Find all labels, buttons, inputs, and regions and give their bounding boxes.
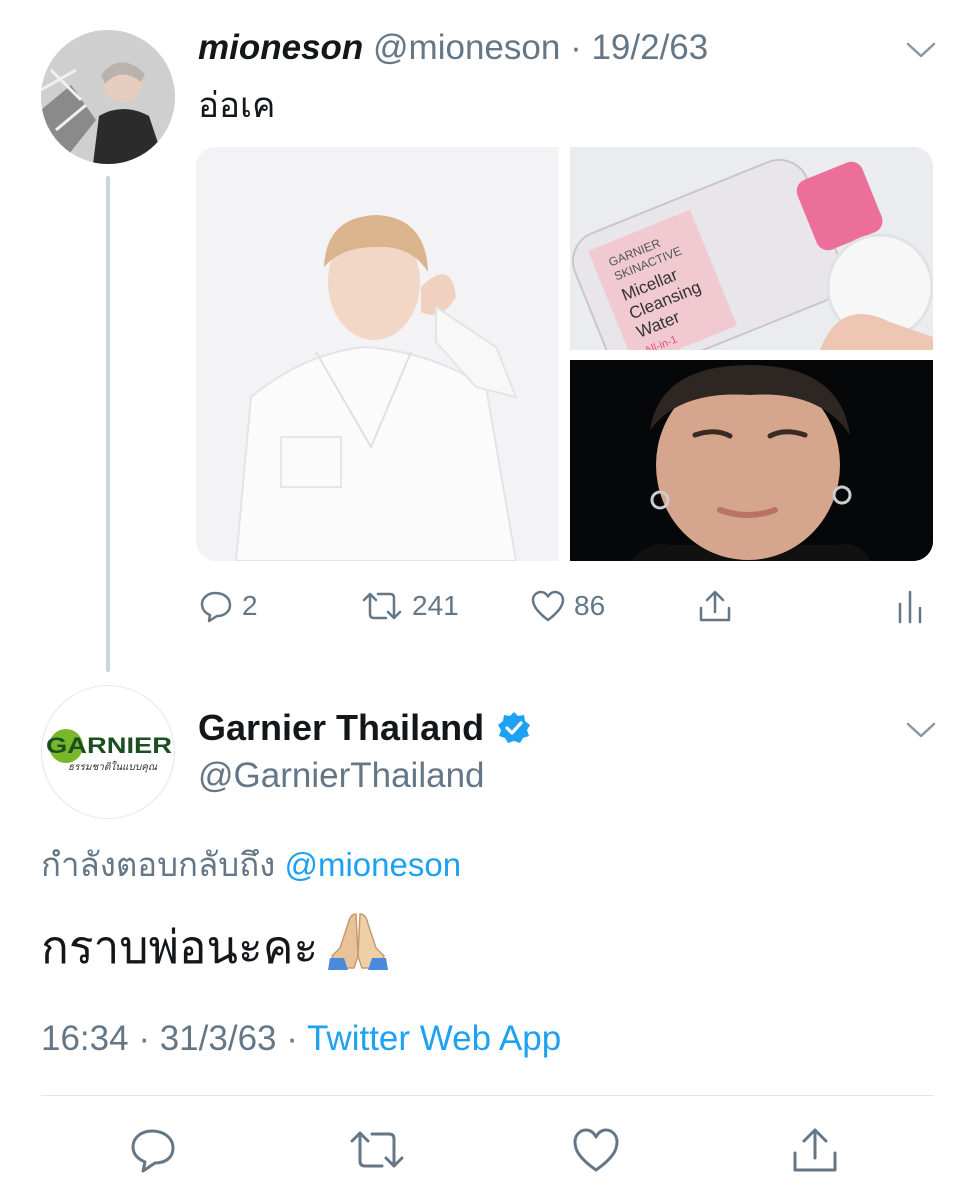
heart-icon[interactable] [530,588,566,624]
reply-count: 2 [242,590,258,621]
reply-to-handle[interactable]: @mioneson [284,846,461,883]
tweet-date: 31/3/63 [159,1019,277,1058]
garnier-logo-text: GARNIER [46,733,172,758]
divider [41,1095,934,1096]
tweet1-header: mioneson @mioneson · 19/2/63 [198,26,708,70]
retweet-icon[interactable] [360,588,404,624]
tweet-time: 16:34 [41,1019,129,1058]
reply-action[interactable]: 2 [198,584,258,628]
handle[interactable]: @mioneson [373,28,560,67]
retweet-count: 241 [412,590,459,621]
reply-icon[interactable] [198,588,234,624]
tweet-text-row: กราบพ่อนะคะ [41,910,390,984]
tweet-date[interactable]: 19/2/63 [591,28,708,67]
avatar-mioneson[interactable] [41,30,175,164]
heart-icon[interactable] [571,1125,621,1175]
tweet-text: อ่อเค [198,86,276,125]
photo-micellar-water-bottle-icon: GARNIER SKINACTIVE Micellar Cleansing Wa… [570,147,933,376]
display-name[interactable]: mioneson [198,28,363,67]
dot-1: · [138,1019,150,1058]
separator: · [570,28,582,67]
share-icon[interactable] [697,588,733,624]
media-photo-1[interactable] [196,147,559,561]
avatar-photo [41,30,175,164]
chevron-down-icon[interactable] [905,40,937,60]
photo-person-white-shirt-icon [196,147,559,561]
garnier-tagline: ธรรมชาติในแบบคุณ [68,761,158,773]
tweet2-name-row: Garnier Thailand [198,705,532,751]
tweet-source[interactable]: Twitter Web App [307,1019,561,1058]
dot-2: · [286,1019,298,1058]
replying-to: กำลังตอบกลับถึง @mioneson [41,843,461,887]
thread-connector [106,176,110,672]
reply-icon[interactable] [128,1125,178,1175]
media-grid[interactable]: GARNIER SKINACTIVE Micellar Cleansing Wa… [196,147,933,561]
verified-badge-icon [498,712,531,743]
folded-hands-emoji [326,910,390,984]
tweet-meta: 16:34 · 31/3/63 · Twitter Web App [41,1017,561,1061]
share-action[interactable] [697,584,733,628]
display-name[interactable]: Garnier Thailand [198,705,484,751]
like-count: 86 [574,590,606,621]
reply-prefix: กำลังตอบกลับถึง [41,846,276,883]
chevron-down-icon[interactable] [905,720,937,740]
avatar-garnier[interactable]: GARNIER ธรรมชาติในแบบคุณ [41,685,175,819]
folded-hands-icon [328,913,389,970]
analytics-action[interactable] [895,584,925,628]
retweet-icon[interactable] [347,1125,407,1175]
media-photo-2[interactable]: GARNIER SKINACTIVE Micellar Cleansing Wa… [570,147,933,376]
photo-person-dark-background-icon [570,360,933,561]
like-action[interactable]: 86 [530,584,605,628]
garnier-logo-icon: GARNIER ธรรมชาติในแบบคุณ [42,686,174,818]
analytics-icon[interactable] [895,588,925,624]
media-photo-3[interactable] [570,360,933,561]
handle[interactable]: @GarnierThailand [198,754,485,798]
share-icon[interactable] [790,1125,840,1175]
tweet-text: กราบพ่อนะคะ [41,921,319,973]
retweet-action[interactable]: 241 [360,584,459,628]
